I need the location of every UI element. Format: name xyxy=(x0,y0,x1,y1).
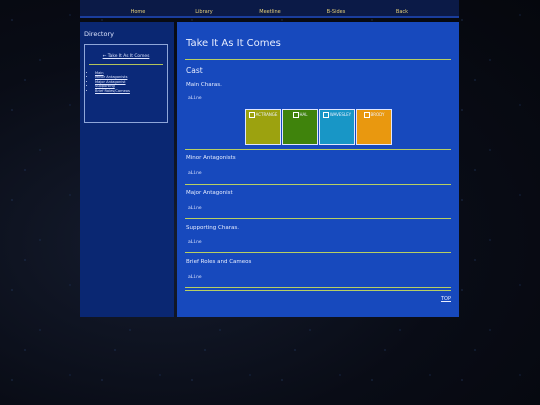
section-divider xyxy=(185,252,451,253)
main-content: Take It As It Comes Cast Main Charas. aL… xyxy=(177,22,459,317)
nav-item-meetline[interactable]: Meetline xyxy=(237,0,303,16)
heading-major-antagonist: Major Antagonist xyxy=(186,190,233,196)
heading-supporting-charas: Supporting Charas. xyxy=(186,225,239,231)
character-card-brody[interactable]: BRODY xyxy=(356,109,392,145)
nav-link-b-sides[interactable]: B-Sides xyxy=(327,9,346,15)
character-label: HAL xyxy=(299,112,308,117)
code-supporting-charas: aLine xyxy=(188,240,202,245)
broken-image-icon xyxy=(322,112,329,118)
directory-link-brief-roles[interactable]: Brief Roles/Cameos xyxy=(95,89,130,93)
nav-link-home[interactable]: Home xyxy=(131,9,146,15)
broken-image-icon xyxy=(292,112,299,118)
nav-link-back[interactable]: Back xyxy=(396,9,408,15)
character-card-actrange[interactable]: ACTRANGE xyxy=(245,109,281,145)
directory-item: Brief Roles/Cameos xyxy=(95,89,130,93)
broken-image-icon xyxy=(363,112,370,118)
code-major-antagonist: aLine xyxy=(188,206,202,211)
code-minor-antagonists: aLine xyxy=(188,171,202,176)
broken-image-icon xyxy=(248,112,255,118)
section-title-cast: Cast xyxy=(186,66,203,75)
heading-main-charas: Main Charas. xyxy=(186,82,222,88)
sidebar-title: Directory xyxy=(84,30,114,38)
directory-link-main[interactable]: Main xyxy=(95,71,104,75)
section-divider xyxy=(185,290,451,291)
title-divider xyxy=(185,59,451,60)
character-card-wavesley[interactable]: WAVESLEY xyxy=(319,109,355,145)
section-divider xyxy=(185,184,451,185)
character-card-hal[interactable]: HAL xyxy=(282,109,318,145)
character-label: WAVESLEY xyxy=(329,112,352,117)
nav-item-library[interactable]: Library xyxy=(171,0,237,16)
code-main-charas: aLine xyxy=(188,96,202,101)
directory-link-supporting[interactable]: Supporting xyxy=(95,84,115,88)
section-divider xyxy=(185,287,451,288)
directory-back-link[interactable]: ← Take It As It Comes xyxy=(85,54,167,59)
page-title: Take It As It Comes xyxy=(186,38,281,49)
character-label: BRODY xyxy=(370,112,385,117)
directory-divider xyxy=(89,64,163,65)
nav-item-back[interactable]: Back xyxy=(369,0,435,16)
directory-link-major-antagonist[interactable]: Major Antagonist xyxy=(95,80,126,84)
nav-link-library[interactable]: Library xyxy=(195,9,212,15)
directory-list: Main Minor Antagonists Major Antagonist … xyxy=(87,71,130,93)
nav-item-b-sides[interactable]: B-Sides xyxy=(303,0,369,16)
section-divider xyxy=(185,149,451,150)
nav-item-home[interactable]: Home xyxy=(105,0,171,16)
back-to-top-link[interactable]: TOP xyxy=(441,296,451,302)
directory-box: ← Take It As It Comes Main Minor Antagon… xyxy=(84,44,168,123)
character-label: ACTRANGE xyxy=(255,112,278,117)
heading-minor-antagonists: Minor Antagonists xyxy=(186,155,236,161)
sidebar: Directory ← Take It As It Comes Main Min… xyxy=(80,22,174,317)
top-navigation: Home Library Meetline B-Sides Back xyxy=(80,0,459,18)
code-brief-roles: aLine xyxy=(188,275,202,280)
directory-link-minor-antagonists[interactable]: Minor Antagonists xyxy=(95,75,127,79)
section-divider xyxy=(185,218,451,219)
nav-link-meetline[interactable]: Meetline xyxy=(259,9,280,15)
heading-brief-roles: Brief Roles and Cameos xyxy=(186,259,252,265)
